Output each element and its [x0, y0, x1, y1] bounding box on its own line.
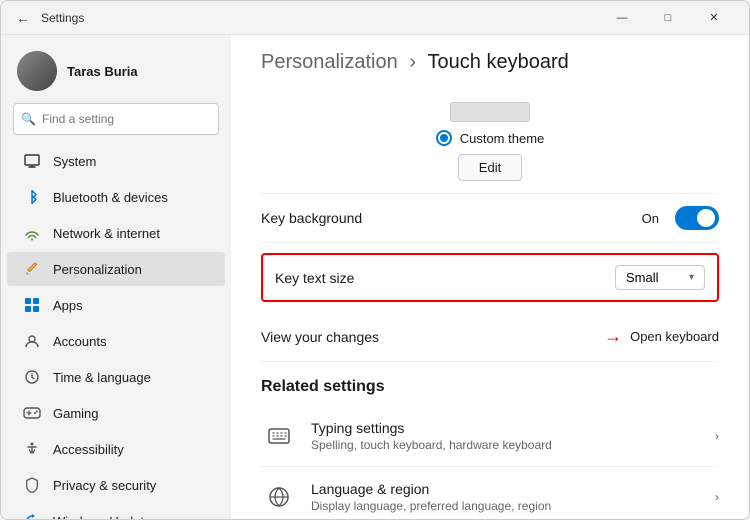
breadcrumb-current: Touch keyboard [428, 51, 569, 73]
sidebar-label-accessibility: Accessibility [53, 442, 124, 457]
maximize-button[interactable]: □ [645, 1, 691, 35]
accessibility-icon [23, 440, 41, 458]
related-item-typing[interactable]: Typing settings Spelling, touch keyboard… [261, 406, 719, 467]
chevron-right-icon: › [715, 429, 719, 443]
sidebar-item-update[interactable]: Windows Update [7, 504, 225, 519]
minimize-button[interactable]: — [599, 1, 645, 35]
back-button[interactable]: ← [13, 8, 33, 28]
personalization-icon [23, 260, 41, 278]
titlebar: ← Settings — □ ✕ [1, 1, 749, 35]
arrow-right-icon: → [604, 326, 622, 347]
typing-settings-icon [261, 418, 297, 454]
language-title: Language & region [311, 481, 551, 497]
breadcrumb-parent[interactable]: Personalization [261, 51, 398, 73]
accounts-icon [23, 332, 41, 350]
update-icon [23, 512, 41, 519]
key-background-value: On [642, 211, 659, 226]
user-profile: Taras Buria [1, 43, 231, 103]
sidebar-item-system[interactable]: System [7, 144, 225, 178]
titlebar-left: ← Settings [13, 8, 84, 28]
toggle-row: On [642, 206, 719, 230]
custom-theme-row: Custom theme [436, 130, 545, 146]
related-item-language[interactable]: Language & region Display language, pref… [261, 467, 719, 519]
sidebar-label-time: Time & language [53, 370, 151, 385]
sidebar-label-bluetooth: Bluetooth & devices [53, 190, 168, 205]
sidebar-label-privacy: Privacy & security [53, 478, 156, 493]
content-area: Personalization › Touch keyboard Custom … [231, 35, 749, 519]
window-controls: — □ ✕ [599, 1, 737, 35]
sidebar-item-personalization[interactable]: Personalization [7, 252, 225, 286]
breadcrumb-separator: › [409, 51, 421, 73]
sidebar-label-system: System [53, 154, 96, 169]
sidebar: Taras Buria 🔍 System Bluetooth & devices [1, 35, 231, 519]
dropdown-arrow-icon: ▾ [689, 272, 694, 283]
key-background-toggle[interactable] [675, 206, 719, 230]
key-text-size-value: Small [626, 270, 659, 285]
search-icon: 🔍 [21, 112, 36, 126]
search-input[interactable] [13, 103, 219, 135]
edit-button[interactable]: Edit [458, 154, 522, 181]
sidebar-label-apps: Apps [53, 298, 83, 313]
privacy-icon [23, 476, 41, 494]
apps-icon [23, 296, 41, 314]
theme-section: Custom theme Edit [261, 94, 719, 194]
system-icon [23, 152, 41, 170]
window-title: Settings [41, 11, 84, 25]
sidebar-item-apps[interactable]: Apps [7, 288, 225, 322]
language-icon [261, 479, 297, 515]
sidebar-item-bluetooth[interactable]: Bluetooth & devices [7, 180, 225, 214]
user-name: Taras Buria [67, 64, 138, 79]
typing-text: Typing settings Spelling, touch keyboard… [311, 420, 552, 452]
typing-title: Typing settings [311, 420, 552, 436]
related-item-left: Typing settings Spelling, touch keyboard… [261, 418, 552, 454]
sidebar-item-accounts[interactable]: Accounts [7, 324, 225, 358]
related-settings-title: Related settings [261, 378, 719, 396]
avatar-image [17, 51, 57, 91]
key-background-label: Key background [261, 210, 362, 226]
related-item-left-lang: Language & region Display language, pref… [261, 479, 551, 515]
language-subtitle: Display language, preferred language, re… [311, 499, 551, 513]
sidebar-label-gaming: Gaming [53, 406, 99, 421]
settings-window: ← Settings — □ ✕ Taras Buria 🔍 [0, 0, 750, 520]
key-background-row: Key background On [261, 194, 719, 243]
bluetooth-icon [23, 188, 41, 206]
content-inner: Personalization › Touch keyboard Custom … [231, 35, 749, 519]
time-icon [23, 368, 41, 386]
gaming-icon [23, 404, 41, 422]
search-box: 🔍 [13, 103, 219, 135]
network-icon [23, 224, 41, 242]
key-text-size-row: Key text size Small ▾ [261, 253, 719, 302]
sidebar-item-network[interactable]: Network & internet [7, 216, 225, 250]
sidebar-item-gaming[interactable]: Gaming [7, 396, 225, 430]
key-text-size-dropdown[interactable]: Small ▾ [615, 265, 705, 290]
sidebar-item-time[interactable]: Time & language [7, 360, 225, 394]
open-keyboard-button[interactable]: → Open keyboard [604, 326, 719, 347]
chevron-right-icon-2: › [715, 490, 719, 504]
close-button[interactable]: ✕ [691, 1, 737, 35]
typing-subtitle: Spelling, touch keyboard, hardware keybo… [311, 438, 552, 452]
view-changes-row: View your changes → Open keyboard [261, 312, 719, 362]
custom-theme-radio[interactable] [436, 130, 452, 146]
view-changes-label: View your changes [261, 329, 379, 345]
open-keyboard-label: Open keyboard [630, 329, 719, 344]
language-text: Language & region Display language, pref… [311, 481, 551, 513]
theme-preview [450, 102, 530, 122]
key-text-size-label: Key text size [275, 270, 354, 286]
avatar [17, 51, 57, 91]
custom-theme-label: Custom theme [460, 131, 545, 146]
main-layout: Taras Buria 🔍 System Bluetooth & devices [1, 35, 749, 519]
sidebar-label-accounts: Accounts [53, 334, 106, 349]
sidebar-label-network: Network & internet [53, 226, 160, 241]
sidebar-label-update: Windows Update [53, 514, 151, 520]
sidebar-item-accessibility[interactable]: Accessibility [7, 432, 225, 466]
sidebar-item-privacy[interactable]: Privacy & security [7, 468, 225, 502]
sidebar-label-personalization: Personalization [53, 262, 142, 277]
breadcrumb: Personalization › Touch keyboard [261, 51, 719, 74]
